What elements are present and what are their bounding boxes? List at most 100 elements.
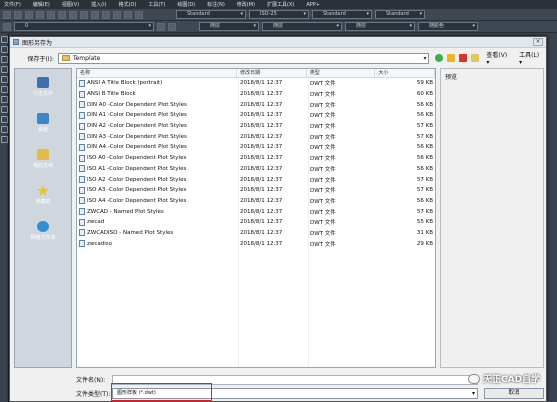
place-desktop[interactable]: 桌面 [15, 105, 71, 141]
save-in-combo[interactable]: Template ▾ [57, 52, 430, 64]
copy-icon[interactable] [58, 10, 66, 19]
file-row[interactable]: DIN A4 -Color Dependent Plot Styles 2018/… [77, 142, 435, 153]
plotstyle-combo[interactable]: 随颜色 [418, 22, 478, 31]
file-type: DWT 文件 [310, 145, 336, 152]
file-row[interactable]: ISO A1 -Color Dependent Plot Styles 2018/… [77, 164, 435, 175]
place-documents[interactable]: 我的文档 [15, 141, 71, 177]
save-icon[interactable] [25, 10, 33, 19]
menu-extension[interactable]: 扩展工具(X) [267, 1, 294, 8]
file-row[interactable]: ISO A2 -Color Dependent Plot Styles 2018/… [77, 174, 435, 185]
cut-icon[interactable] [47, 10, 55, 19]
file-row[interactable]: zwcad 2018/8/1 12:37 DWT 文件 55 KB [77, 217, 435, 228]
ellipse-tool-icon[interactable] [1, 106, 8, 113]
layer-state-icon[interactable] [3, 22, 11, 31]
column-name[interactable]: 名称 [77, 69, 238, 77]
column-size[interactable]: 大小 [375, 69, 435, 77]
file-name: ISO A3 -Color Dependent Plot Styles [87, 187, 187, 194]
text-style-combo[interactable]: Standard [176, 10, 246, 19]
menu-modify[interactable]: 修改(M) [237, 1, 255, 8]
insert-block-icon[interactable] [1, 116, 8, 123]
pan-icon[interactable] [102, 10, 110, 19]
table-style-combo[interactable]: Standard [312, 10, 372, 19]
filetype-combo[interactable]: 图形样板 (*.dwt) ▾ [112, 387, 478, 399]
menu-view[interactable]: 视图(V) [62, 1, 79, 8]
delete-icon[interactable] [459, 54, 468, 62]
file-row[interactable]: ANSI B Title Block 2018/8/1 12:37 DWT 文件 60… [77, 89, 435, 100]
menu-dimension[interactable]: 标注(N) [207, 1, 225, 8]
file-row[interactable]: ISO A4 -Color Dependent Plot Styles 2018/… [77, 196, 435, 207]
circle-tool-icon[interactable] [1, 56, 8, 63]
file-row[interactable]: zwcadiso 2018/8/1 12:37 DWT 文件 29 KB [77, 238, 435, 249]
menu-app[interactable]: APP+ [306, 2, 320, 8]
redo-icon[interactable] [91, 10, 99, 19]
arc-tool-icon[interactable] [1, 66, 8, 73]
views-menu[interactable]: 查看(V) ▾ [486, 50, 512, 66]
file-row[interactable]: ISO A3 -Color Dependent Plot Styles 2018/… [77, 185, 435, 196]
column-date[interactable]: 修改日期 [237, 69, 307, 77]
tools-menu[interactable]: 工具(L) ▾ [519, 50, 544, 66]
layer-combo[interactable]: 0 [14, 22, 154, 31]
layers-icon[interactable] [135, 10, 143, 19]
rectangle-tool-icon[interactable] [1, 76, 8, 83]
file-name-cell: ISO A0 -Color Dependent Plot Styles [77, 154, 238, 162]
menu-file[interactable]: 文件(F) [4, 1, 21, 8]
hatch-tool-icon[interactable] [1, 126, 8, 133]
place-label: 桌面 [37, 127, 48, 133]
file-name-cell: ANSI B Title Block [77, 90, 238, 98]
menu-edit[interactable]: 编辑(E) [33, 1, 50, 8]
file-name-cell: ZWCADISO - Named Plot Styles [77, 229, 238, 237]
file-row[interactable]: ZWCAD - Named Plot Styles 2018/8/1 12:37 D… [77, 206, 435, 217]
file-row[interactable]: ANSI A Title Block (portrait) 2018/8/1 12… [77, 78, 435, 89]
polygon-tool-icon[interactable] [1, 86, 8, 93]
paste-icon[interactable] [69, 10, 77, 19]
chevron-down-icon: ▾ [423, 54, 427, 62]
new-icon[interactable] [3, 10, 11, 19]
cancel-button[interactable]: 取消 [484, 387, 544, 399]
dim-style-combo[interactable]: ISO-25 [249, 10, 309, 19]
layer-match-icon[interactable] [168, 22, 176, 31]
filename-input[interactable] [112, 374, 478, 385]
place-network[interactable]: 网络文件夹 [15, 213, 71, 249]
polyline-tool-icon[interactable] [1, 46, 8, 53]
back-icon[interactable] [435, 54, 444, 62]
new-folder-icon[interactable] [471, 54, 480, 62]
column-divider [238, 78, 239, 367]
file-type: DWT 文件 [310, 220, 336, 227]
menu-format[interactable]: 格式(O) [119, 1, 137, 8]
up-folder-icon[interactable] [447, 54, 456, 62]
linetype-combo[interactable]: 随层 [262, 22, 342, 31]
text-tool-icon[interactable] [1, 136, 8, 143]
mleader-style-combo[interactable]: Standard [375, 10, 425, 19]
column-type[interactable]: 类型 [307, 69, 376, 77]
open-icon[interactable] [14, 10, 22, 19]
file-row[interactable]: DIN A3 -Color Dependent Plot Styles 2018/… [77, 131, 435, 142]
file-row[interactable]: ISO A0 -Color Dependent Plot Styles 2018/… [77, 153, 435, 164]
layer-previous-icon[interactable] [157, 22, 165, 31]
file-row[interactable]: DIN A0 -Color Dependent Plot Styles 2018/… [77, 99, 435, 110]
place-favorites[interactable]: 收藏夹 [15, 177, 71, 213]
file-type: DWT 文件 [310, 113, 336, 120]
spline-tool-icon[interactable] [1, 96, 8, 103]
file-type: DWT 文件 [310, 198, 336, 205]
file-row[interactable]: DIN A2 -Color Dependent Plot Styles 2018/… [77, 121, 435, 132]
file-name: ISO A2 -Color Dependent Plot Styles [87, 176, 187, 183]
menu-draw[interactable]: 绘图(D) [177, 1, 195, 8]
file-row[interactable]: DIN A1 -Color Dependent Plot Styles 2018/… [77, 110, 435, 121]
close-button[interactable]: × [533, 38, 543, 46]
dwt-file-icon [79, 143, 85, 151]
column-headers: 名称 修改日期 类型 大小 [77, 69, 435, 78]
undo-icon[interactable] [80, 10, 88, 19]
file-size: 56 KB [416, 155, 433, 162]
line-tool-icon[interactable] [1, 36, 8, 43]
file-name-cell: DIN A2 -Color Dependent Plot Styles [77, 122, 238, 130]
menu-tools[interactable]: 工具(T) [148, 1, 165, 8]
color-combo[interactable]: 随层 [199, 22, 259, 31]
print-icon[interactable] [36, 10, 44, 19]
file-type: DWT 文件 [310, 188, 336, 195]
lineweight-combo[interactable]: 随层 [345, 22, 415, 31]
file-row[interactable]: ZWCADISO - Named Plot Styles 2018/8/1 12:… [77, 228, 435, 239]
menu-insert[interactable]: 插入(I) [91, 1, 106, 8]
zoom-icon[interactable] [113, 10, 121, 19]
place-history[interactable]: 历史文件 [15, 69, 71, 105]
properties-icon[interactable] [124, 10, 132, 19]
